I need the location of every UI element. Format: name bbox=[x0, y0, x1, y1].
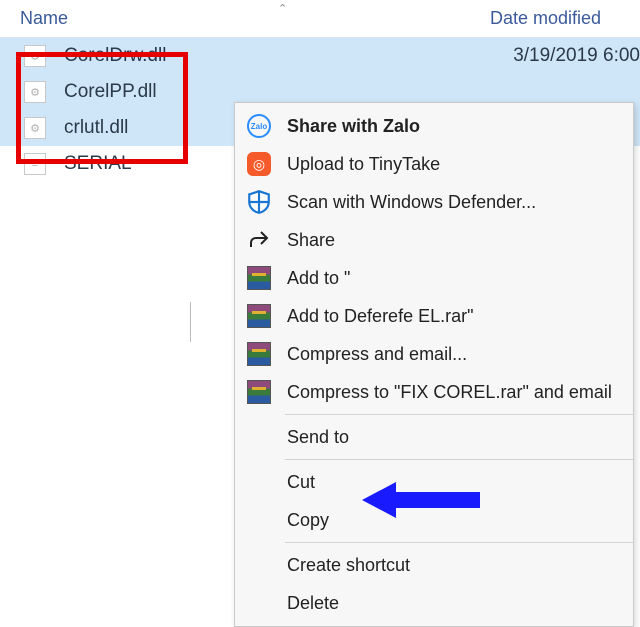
winrar-icon bbox=[245, 340, 273, 368]
share-icon bbox=[245, 226, 273, 254]
menu-label: Delete bbox=[287, 593, 339, 614]
menu-addto-rar[interactable]: Add to Deferefe EL.rar" bbox=[235, 297, 633, 335]
menu-separator bbox=[285, 459, 633, 460]
menu-label: Create shortcut bbox=[287, 555, 410, 576]
menu-separator bbox=[285, 414, 633, 415]
menu-label: Copy bbox=[287, 510, 329, 531]
file-name: crlutl.dll bbox=[64, 117, 128, 139]
menu-scan-defender[interactable]: Scan with Windows Defender... bbox=[235, 183, 633, 221]
menu-label: Add to Deferefe EL.rar" bbox=[287, 306, 474, 327]
menu-cut[interactable]: Cut bbox=[235, 463, 633, 501]
column-header-row: ⌃ Name Date modified bbox=[0, 0, 640, 38]
menu-label: Compress to "FIX COREL.rar" and email bbox=[287, 382, 612, 403]
zalo-icon: Zalo bbox=[245, 112, 273, 140]
dll-file-icon: ⚙ bbox=[24, 117, 46, 139]
column-header-name[interactable]: Name bbox=[20, 8, 490, 29]
menu-label: Scan with Windows Defender... bbox=[287, 192, 536, 213]
menu-delete[interactable]: Delete bbox=[235, 584, 633, 622]
menu-label: Send to bbox=[287, 427, 349, 448]
dll-file-icon: ⚙ bbox=[24, 45, 46, 67]
menu-separator bbox=[285, 542, 633, 543]
context-menu: Zalo Share with Zalo ◎ Upload to TinyTak… bbox=[234, 102, 634, 627]
menu-label: Cut bbox=[287, 472, 315, 493]
menu-upload-tinytake[interactable]: ◎ Upload to TinyTake bbox=[235, 145, 633, 183]
text-file-icon: ≡ bbox=[24, 153, 46, 175]
menu-label: Upload to TinyTake bbox=[287, 154, 440, 175]
decorative-divider bbox=[190, 302, 191, 342]
menu-label: Share with Zalo bbox=[287, 116, 420, 137]
file-name: CorelPP.dll bbox=[64, 81, 157, 103]
menu-label: Add to " bbox=[287, 268, 350, 289]
menu-share[interactable]: Share bbox=[235, 221, 633, 259]
winrar-icon bbox=[245, 378, 273, 406]
file-name: SERIAL bbox=[64, 153, 132, 175]
menu-label: Share bbox=[287, 230, 335, 251]
menu-addto-archive[interactable]: Add to " bbox=[235, 259, 633, 297]
file-row[interactable]: ⚙ CorelDrw.dll 3/19/2019 6:00 bbox=[0, 38, 640, 74]
winrar-icon bbox=[245, 302, 273, 330]
column-header-date[interactable]: Date modified bbox=[490, 8, 640, 29]
winrar-icon bbox=[245, 264, 273, 292]
menu-share-zalo[interactable]: Zalo Share with Zalo bbox=[235, 107, 633, 145]
defender-icon bbox=[245, 188, 273, 216]
file-name: CorelDrw.dll bbox=[64, 45, 166, 67]
dll-file-icon: ⚙ bbox=[24, 81, 46, 103]
file-date: 3/19/2019 6:00 bbox=[513, 45, 640, 67]
sort-chevron-icon: ⌃ bbox=[278, 2, 287, 15]
menu-compress-to-rar-email[interactable]: Compress to "FIX COREL.rar" and email bbox=[235, 373, 633, 411]
menu-copy[interactable]: Copy bbox=[235, 501, 633, 539]
menu-send-to[interactable]: Send to bbox=[235, 418, 633, 456]
menu-compress-email[interactable]: Compress and email... bbox=[235, 335, 633, 373]
menu-label: Compress and email... bbox=[287, 344, 467, 365]
menu-create-shortcut[interactable]: Create shortcut bbox=[235, 546, 633, 584]
tinytake-icon: ◎ bbox=[245, 150, 273, 178]
